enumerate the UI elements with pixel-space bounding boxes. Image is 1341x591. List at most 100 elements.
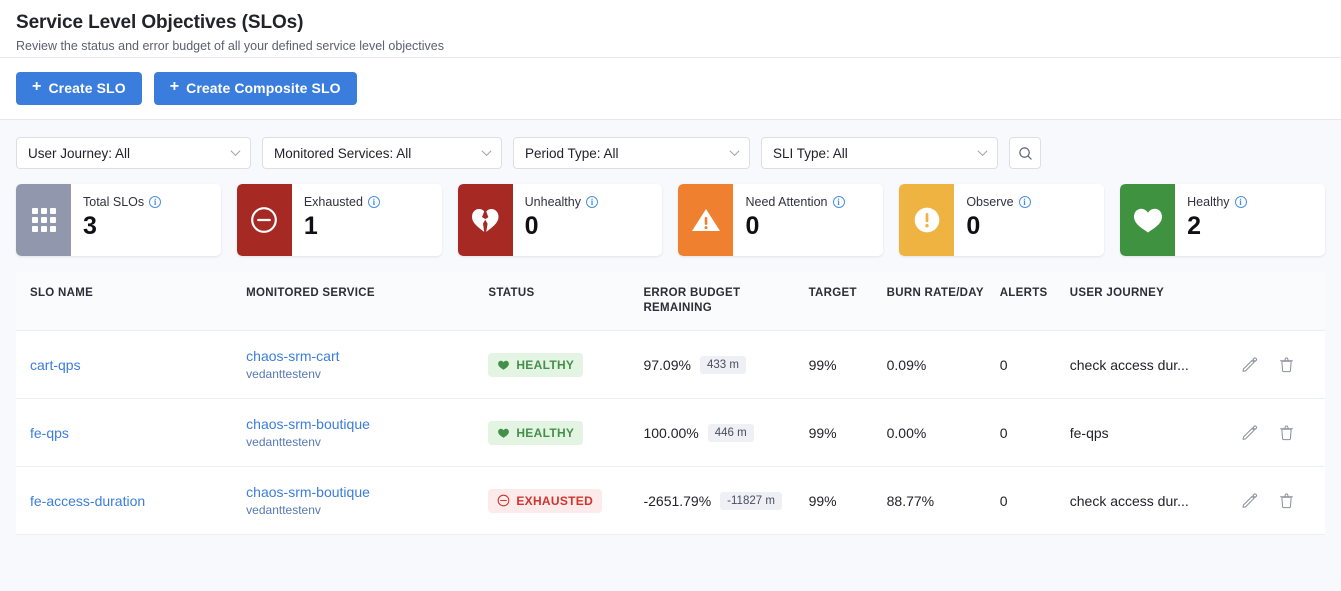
info-icon[interactable]: i [833,196,845,208]
cell-error-budget: -2651.79% -11827 m [643,467,808,535]
filter-sli-type-label: SLI Type: All [773,146,848,161]
page-title: Service Level Objectives (SLOs) [16,10,1325,36]
cell-user-journey: check access dur... [1070,331,1240,399]
filter-user-journey[interactable]: User Journey: All [16,137,251,169]
user-journey-text: check access dur... [1070,493,1240,509]
error-budget-value-group: 100.00% 446 m [643,424,808,442]
chevron-down-icon [232,148,241,157]
slo-name-link[interactable]: fe-access-duration [30,493,145,509]
card-total-slos[interactable]: Total SLOs i 3 [16,184,221,256]
card-need-attention-body: Need Attention i 0 [733,184,844,256]
column-header-actions [1240,272,1325,331]
card-observe-label-text: Observe [966,195,1013,209]
cell-target: 99% [809,467,887,535]
cell-burn-rate: 88.77% [887,467,1000,535]
monitored-service-environment: vedanttestenv [246,502,488,518]
cell-target: 99% [809,331,887,399]
card-healthy[interactable]: Healthy i 2 [1120,184,1325,256]
card-unhealthy-value: 0 [525,211,598,241]
slo-table-body: cart-qps chaos-srm-cart vedanttestenv HE… [16,331,1325,535]
info-icon[interactable]: i [586,196,598,208]
info-icon[interactable]: i [149,196,161,208]
edit-button[interactable] [1240,491,1259,510]
error-budget-value-group: -2651.79% -11827 m [643,492,808,510]
monitored-service-link[interactable]: chaos-srm-cart [246,347,488,365]
column-header-slo-name: SLO NAME [16,272,246,331]
filter-monitored-services[interactable]: Monitored Services: All [262,137,502,169]
page-subtitle: Review the status and error budget of al… [16,38,1325,54]
search-icon [1018,146,1033,161]
card-exhausted-label: Exhausted i [304,195,380,209]
card-healthy-icon-area [1120,184,1175,256]
column-header-error-budget-remaining: ERROR BUDGET REMAINING [643,272,808,331]
heart-icon [497,427,510,439]
cell-alerts: 0 [1000,467,1070,535]
info-icon[interactable]: i [1235,196,1247,208]
table-row: fe-qps chaos-srm-boutique vedanttestenv … [16,399,1325,467]
edit-button[interactable] [1240,423,1259,442]
table-row: cart-qps chaos-srm-cart vedanttestenv HE… [16,331,1325,399]
cell-monitored-service: chaos-srm-cart vedanttestenv [246,331,488,399]
user-journey-text: fe-qps [1070,425,1240,441]
status-badge-label: EXHAUSTED [516,494,593,508]
column-header-target: TARGET [809,272,887,331]
slo-name-link[interactable]: cart-qps [30,357,81,373]
card-total-slos-value: 3 [83,211,161,241]
create-composite-slo-button[interactable]: + Create Composite SLO [154,72,357,105]
error-budget-minutes-chip: -11827 m [720,492,782,510]
card-healthy-label: Healthy i [1187,195,1246,209]
delete-button[interactable] [1277,355,1296,374]
card-observe-icon-area [899,184,954,256]
trash-icon [1278,356,1295,373]
circle-minus-icon [497,494,510,507]
row-actions [1240,491,1325,510]
cell-user-journey: fe-qps [1070,399,1240,467]
delete-button[interactable] [1277,423,1296,442]
card-unhealthy-body: Unhealthy i 0 [513,184,598,256]
card-unhealthy[interactable]: Unhealthy i 0 [458,184,663,256]
filter-period-type[interactable]: Period Type: All [513,137,750,169]
row-actions [1240,423,1325,442]
plus-icon: + [170,79,179,95]
card-exhausted[interactable]: Exhausted i 1 [237,184,442,256]
card-healthy-value: 2 [1187,211,1246,241]
monitored-service-link[interactable]: chaos-srm-boutique [246,483,488,501]
card-observe-body: Observe i 0 [954,184,1030,256]
status-badge-label: HEALTHY [516,358,574,372]
status-badge-label: HEALTHY [516,426,574,440]
pencil-icon [1241,492,1258,509]
create-slo-label: Create SLO [48,80,125,96]
edit-button[interactable] [1240,355,1259,374]
cell-status: HEALTHY [488,331,643,399]
column-header-status: STATUS [488,272,643,331]
column-header-burn-rate: BURN RATE/DAY [887,272,1000,331]
error-budget-percent: 97.09% [643,357,690,373]
monitored-service-link[interactable]: chaos-srm-boutique [246,415,488,433]
filter-sli-type[interactable]: SLI Type: All [761,137,998,169]
card-observe[interactable]: Observe i 0 [899,184,1104,256]
search-button[interactable] [1009,137,1041,169]
table-row: fe-access-duration chaos-srm-boutique ve… [16,467,1325,535]
slo-name-link[interactable]: fe-qps [30,425,69,441]
monitored-service-environment: vedanttestenv [246,366,488,382]
cell-slo-name: cart-qps [16,331,246,399]
cell-error-budget: 97.09% 433 m [643,331,808,399]
card-need-attention-value: 0 [745,211,844,241]
heart-icon [1131,205,1165,235]
create-slo-button[interactable]: + Create SLO [16,72,142,105]
slo-table-head: SLO NAME MONITORED SERVICE STATUS ERROR … [16,272,1325,331]
card-total-slos-label-text: Total SLOs [83,195,144,209]
cell-status: HEALTHY [488,399,643,467]
info-icon[interactable]: i [368,196,380,208]
card-need-attention[interactable]: Need Attention i 0 [678,184,883,256]
filter-bar: User Journey: All Monitored Services: Al… [0,120,1341,169]
card-observe-value: 0 [966,211,1030,241]
filter-user-journey-label: User Journey: All [28,146,130,161]
status-badge: EXHAUSTED [488,489,602,513]
info-icon[interactable]: i [1019,196,1031,208]
slo-table: SLO NAME MONITORED SERVICE STATUS ERROR … [16,272,1325,535]
body-area: User Journey: All Monitored Services: Al… [0,120,1341,591]
card-need-attention-label: Need Attention i [745,195,844,209]
card-total-slos-label: Total SLOs i [83,195,161,209]
delete-button[interactable] [1277,491,1296,510]
